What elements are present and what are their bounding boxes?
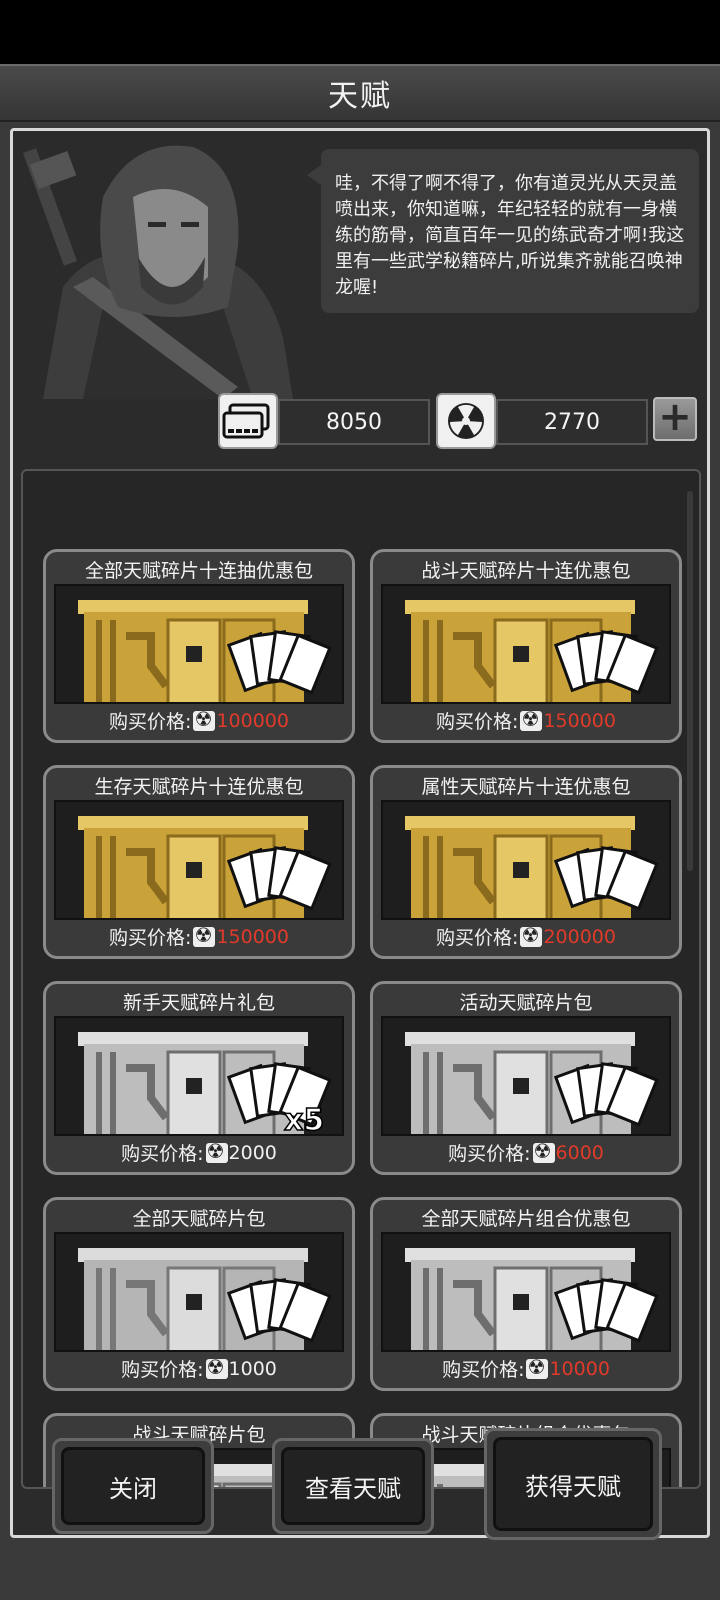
talent-window: 天赋 哇，不得了啊不得了，你有道灵光从天灵盖喷出来，你知道嘛，年纪轻轻的就有一身… bbox=[0, 64, 720, 1600]
shop-item-price: 购买价格: 150000 bbox=[373, 707, 679, 734]
price-label: 购买价格: bbox=[121, 1359, 204, 1381]
shop-list[interactable]: 全部天赋碎片十连抽优惠包购买价格: 100000 战斗天赋碎片十连优惠包购买价格: 1… bbox=[21, 469, 701, 1489]
shop-item-card[interactable]: 全部天赋碎片包购买价格: 1000 bbox=[43, 1197, 355, 1391]
price-value: 6000 bbox=[555, 1141, 604, 1164]
get-talent-button[interactable]: 获得天赋 bbox=[484, 1428, 662, 1540]
shop-item-title: 全部天赋碎片十连抽优惠包 bbox=[84, 560, 313, 582]
chest-image bbox=[381, 800, 671, 920]
radiation-value: 2770 bbox=[544, 409, 600, 435]
npc-portrait bbox=[23, 137, 311, 399]
price-label: 购买价格: bbox=[109, 711, 192, 733]
price-value: 150000 bbox=[543, 709, 616, 732]
shop-item-price: 购买价格: 1000 bbox=[46, 1355, 352, 1382]
chest-image bbox=[381, 584, 671, 704]
shop-item-price: 购买价格: 150000 bbox=[46, 923, 352, 950]
price-value: 1000 bbox=[228, 1357, 277, 1380]
price-value: 10000 bbox=[549, 1357, 610, 1380]
price-label: 购买价格: bbox=[436, 927, 519, 949]
shop-item-title: 属性天赋碎片十连优惠包 bbox=[421, 776, 631, 798]
npc-dialogue: 哇，不得了啊不得了，你有道灵光从天灵盖喷出来，你知道嘛，年纪轻轻的就有一身横练的… bbox=[307, 149, 699, 313]
radiation-counter: 2770 bbox=[496, 399, 648, 445]
chest-image bbox=[381, 1016, 671, 1136]
chest-image bbox=[54, 584, 344, 704]
window-title: 天赋 bbox=[328, 79, 392, 114]
close-button[interactable]: 关闭 bbox=[52, 1438, 214, 1534]
shop-item-title: 新手天赋碎片礼包 bbox=[122, 992, 275, 1014]
shop-item-price: 购买价格: 10000 bbox=[373, 1355, 679, 1382]
price-value: 2000 bbox=[228, 1141, 277, 1164]
cash-card-icon bbox=[218, 393, 278, 449]
shop-item-title: 活动天赋碎片包 bbox=[459, 992, 593, 1014]
scrollbar[interactable] bbox=[687, 491, 693, 871]
price-label: 购买价格: bbox=[436, 711, 519, 733]
quantity-badge: x5 bbox=[284, 1103, 324, 1136]
price-label: 购买价格: bbox=[109, 927, 192, 949]
shop-item-card[interactable]: 全部天赋碎片十连抽优惠包购买价格: 100000 bbox=[43, 549, 355, 743]
price-value: 200000 bbox=[543, 925, 616, 948]
shop-item-card[interactable]: 属性天赋碎片十连优惠包购买价格: 200000 bbox=[370, 765, 682, 959]
shop-item-price: 购买价格: 2000 bbox=[46, 1139, 352, 1166]
radiation-icon bbox=[193, 923, 216, 947]
title-bar: 天赋 bbox=[0, 66, 720, 122]
shop-item-card[interactable]: 生存天赋碎片十连优惠包购买价格: 150000 bbox=[43, 765, 355, 959]
cash-value: 8050 bbox=[326, 409, 382, 435]
shop-item-price: 购买价格: 6000 bbox=[373, 1139, 679, 1166]
shop-item-card[interactable]: 新手天赋碎片礼包 x5 购买价格: 2000 bbox=[43, 981, 355, 1175]
radiation-icon bbox=[526, 1355, 549, 1379]
add-currency-button[interactable]: + bbox=[653, 397, 697, 441]
chest-image bbox=[54, 1232, 344, 1352]
shop-item-card[interactable]: 战斗天赋碎片十连优惠包购买价格: 150000 bbox=[370, 549, 682, 743]
content-frame: 哇，不得了啊不得了，你有道灵光从天灵盖喷出来，你知道嘛，年纪轻轻的就有一身横练的… bbox=[10, 128, 710, 1538]
shop-item-title: 全部天赋碎片组合优惠包 bbox=[421, 1208, 631, 1230]
price-label: 购买价格: bbox=[448, 1143, 531, 1165]
price-value: 100000 bbox=[216, 709, 289, 732]
shop-item-title: 生存天赋碎片十连优惠包 bbox=[94, 776, 304, 798]
shop-item-card[interactable]: 活动天赋碎片包购买价格: 6000 bbox=[370, 981, 682, 1175]
view-talent-button[interactable]: 查看天赋 bbox=[272, 1438, 434, 1534]
close-button-label: 关闭 bbox=[109, 1474, 157, 1503]
cash-counter: 8050 bbox=[278, 399, 430, 445]
radiation-icon bbox=[205, 1355, 228, 1379]
radiation-icon bbox=[532, 1139, 555, 1163]
radiation-icon bbox=[520, 923, 543, 947]
shop-item-card[interactable]: 全部天赋碎片组合优惠包购买价格: 10000 bbox=[370, 1197, 682, 1391]
get-talent-button-label: 获得天赋 bbox=[525, 1472, 621, 1501]
chest-image: x5 bbox=[54, 1016, 344, 1136]
price-value: 150000 bbox=[216, 925, 289, 948]
view-talent-button-label: 查看天赋 bbox=[305, 1474, 401, 1503]
chest-image bbox=[54, 800, 344, 920]
radiation-icon bbox=[205, 1139, 228, 1163]
shop-item-price: 购买价格: 100000 bbox=[46, 707, 352, 734]
chest-image bbox=[381, 1232, 671, 1352]
radiation-icon bbox=[193, 707, 216, 731]
radiation-icon bbox=[436, 393, 496, 449]
radiation-icon bbox=[520, 707, 543, 731]
price-label: 购买价格: bbox=[121, 1143, 204, 1165]
price-label: 购买价格: bbox=[442, 1359, 525, 1381]
shop-item-price: 购买价格: 200000 bbox=[373, 923, 679, 950]
status-bar bbox=[0, 0, 720, 64]
shop-item-title: 全部天赋碎片包 bbox=[132, 1208, 266, 1230]
shop-item-title: 战斗天赋碎片十连优惠包 bbox=[421, 560, 631, 582]
